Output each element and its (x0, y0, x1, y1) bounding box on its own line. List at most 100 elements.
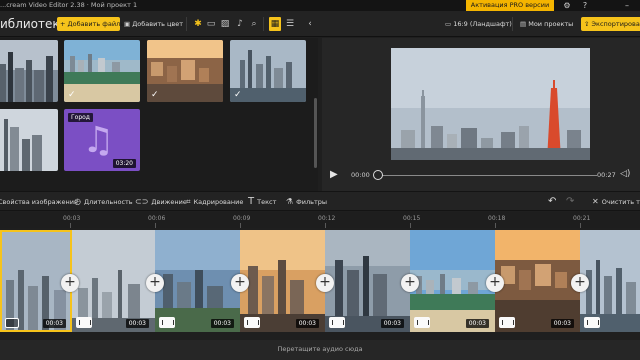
tick-mark (155, 223, 156, 228)
export-icon: ⇪ (584, 20, 592, 28)
tick-mark (580, 223, 581, 228)
video-filter-icon[interactable]: ▭ (205, 17, 217, 31)
film-transition-icon[interactable] (76, 317, 92, 328)
crop-icon: ⌗ (186, 197, 191, 206)
redo-icon[interactable]: ↷ (566, 195, 574, 209)
crop-button[interactable]: ⌗ Кадрирование (186, 195, 243, 209)
close-icon: ✕ (592, 197, 599, 206)
current-time: 00:00 (351, 171, 370, 179)
motion-button[interactable]: ⊂⊃ Движение (135, 195, 187, 209)
add-color-button[interactable]: ▣ Добавить цвет (124, 17, 183, 31)
minimize-icon[interactable]: – (620, 0, 634, 11)
text-icon: T (248, 196, 255, 207)
add-transition-button[interactable]: + (61, 274, 79, 292)
tick-mark (70, 223, 71, 228)
aspect-ratio-select[interactable]: ▭ 16:9 (Ландшафт) (445, 17, 512, 31)
gear-icon[interactable]: ⚙ (560, 0, 574, 11)
total-time: 00:27 (597, 171, 616, 179)
add-transition-button[interactable]: + (401, 274, 419, 292)
audio-drop-zone[interactable]: Перетащите аудио сюда (0, 340, 640, 360)
export-button[interactable]: ⇪ Экспортировать в (581, 17, 640, 31)
motion-label: Движение (151, 198, 187, 206)
duration-button[interactable]: ◷ Длительность (74, 195, 133, 209)
duration-label: Длительность (83, 198, 133, 206)
library-item[interactable] (0, 40, 58, 102)
list-view-icon[interactable]: ☰ (284, 17, 296, 31)
grid-view-icon[interactable]: ▦ (269, 17, 281, 31)
seek-handle[interactable] (373, 170, 383, 180)
clip-effect-icon[interactable] (5, 318, 19, 328)
add-transition-button[interactable]: + (231, 274, 249, 292)
add-files-button[interactable]: + Добавить файлы (57, 17, 125, 31)
video-track: 00:03 00:03 00:03 00:03 00:03 00:03 00:0… (0, 230, 640, 332)
library-item[interactable] (0, 109, 58, 171)
tick-label: 00:03 (63, 215, 81, 222)
checked-icon: ✓ (234, 90, 242, 100)
motion-icon: ⊂⊃ (135, 197, 149, 206)
preview-image (391, 48, 590, 160)
film-transition-icon[interactable] (329, 317, 345, 328)
text-label: Текст (257, 198, 277, 206)
activate-pro-button[interactable]: Активация PRO версии (466, 0, 554, 11)
my-projects-label: Мои проекты (528, 20, 574, 28)
film-transition-icon[interactable] (499, 317, 515, 328)
filters-button[interactable]: ⚗ Фильтры (286, 195, 327, 209)
film-transition-icon[interactable] (159, 317, 175, 328)
audio-duration: 03:20 (112, 159, 136, 168)
search-icon[interactable]: ⌕ (248, 17, 260, 31)
music-note-icon: ♫ (82, 120, 115, 161)
image-properties-button[interactable]: Свойства изображения (0, 195, 78, 209)
preview-panel: ▶ 00:00 00:27 ◁) (322, 38, 640, 191)
undo-icon[interactable]: ↶ (548, 195, 556, 209)
timeline-ruler[interactable]: 00:03 00:06 00:09 00:12 00:15 00:18 00:2… (0, 212, 640, 228)
tick-label: 00:06 (148, 215, 166, 222)
main-toolbar: иблиотека + Добавить файлы ▣ Добавить цв… (0, 11, 640, 37)
app-title: ...cream Video Editor 2.38 · Мой проект … (0, 1, 138, 9)
divider (186, 17, 187, 31)
film-transition-icon[interactable] (584, 317, 600, 328)
add-transition-button[interactable]: + (486, 274, 504, 292)
tick-mark (325, 223, 326, 228)
checked-icon: ✓ (68, 90, 76, 100)
divider (512, 17, 513, 31)
library-item[interactable]: ✓ (64, 40, 140, 102)
seek-bar[interactable] (377, 175, 597, 176)
library-item-audio[interactable]: Город ♫ 03:20 (64, 109, 140, 171)
image-filter-icon[interactable]: ▨ (219, 17, 231, 31)
library-item[interactable]: ✓ (147, 40, 223, 102)
aspect-label: 16:9 (Ландшафт) (453, 20, 512, 28)
tick-label: 00:09 (233, 215, 251, 222)
edit-toolbar: Свойства изображения ◷ Длительность ⊂⊃ Дви… (0, 191, 640, 211)
chevron-left-icon[interactable]: ‹ (304, 17, 316, 31)
image-properties-label: Свойства изображения (0, 198, 78, 206)
clip-duration: 00:03 (550, 319, 574, 328)
my-projects-button[interactable]: ▤ Мои проекты (520, 17, 573, 31)
add-transition-button[interactable]: + (146, 274, 164, 292)
tick-label: 00:12 (318, 215, 336, 222)
library-item[interactable]: ✓ (230, 40, 306, 102)
play-icon[interactable]: ▶ (330, 169, 340, 181)
clear-timeline-button[interactable]: ✕Очистить тайм (592, 195, 640, 209)
tick-mark (240, 223, 241, 228)
library-scrollbar[interactable] (314, 98, 317, 168)
tick-label: 00:18 (488, 215, 506, 222)
tick-mark (410, 223, 411, 228)
volume-icon[interactable]: ◁) (620, 169, 630, 179)
add-color-icon: ▣ (124, 20, 133, 28)
media-library: ✓ ✓ ✓ Город ♫ 03:20 (0, 38, 318, 191)
tick-mark (495, 223, 496, 228)
text-button[interactable]: T Текст (248, 195, 276, 209)
music-filter-icon[interactable]: ♪ (234, 17, 246, 31)
divider (263, 17, 264, 31)
film-transition-icon[interactable] (244, 317, 260, 328)
film-transition-icon[interactable] (414, 317, 430, 328)
checked-icon: ✓ (151, 90, 159, 100)
star-icon[interactable]: ✱ (192, 17, 204, 31)
add-transition-button[interactable]: + (316, 274, 334, 292)
title-bar: ...cream Video Editor 2.38 · Мой проект … (0, 0, 640, 11)
clip-duration: 00:03 (42, 319, 66, 328)
add-transition-button[interactable]: + (571, 274, 589, 292)
add-color-label: Добавить цвет (132, 20, 184, 28)
question-icon[interactable]: ? (578, 0, 592, 11)
preview-video (391, 48, 590, 160)
